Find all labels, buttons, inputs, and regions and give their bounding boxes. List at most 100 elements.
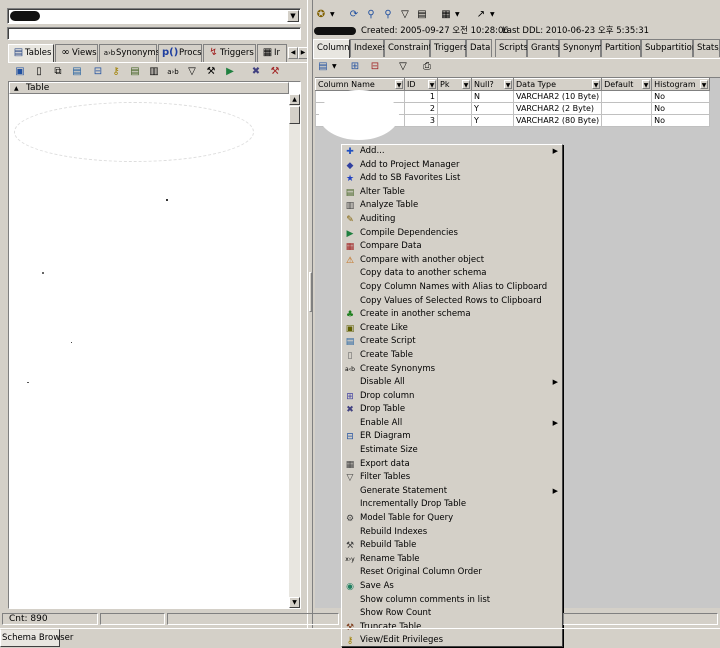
null-header[interactable]: Null? ▼ — [471, 78, 514, 91]
find-icon[interactable]: ⚲ — [363, 7, 379, 23]
scroll-down-icon[interactable]: ▼ — [289, 597, 300, 608]
context-menu-item[interactable]: Show column comments in list — [342, 594, 562, 608]
data-type-cell[interactable]: VARCHAR2 (80 Byte) — [512, 114, 603, 127]
sql-editor-icon[interactable]: ✪ — [313, 7, 329, 23]
context-menu-item[interactable]: Copy Column Names with Alias to Clipboar… — [342, 281, 562, 295]
context-menu-item[interactable]: Copy data to another schema — [342, 267, 562, 281]
chevron-down-icon[interactable]: ▼ — [428, 80, 436, 89]
histogram-cell[interactable]: No — [651, 114, 711, 127]
rebuild-table-icon[interactable]: ⚒ — [203, 64, 219, 80]
tab-synonyms[interactable]: Synonyms — [559, 39, 607, 57]
context-menu-item[interactable]: ⚠ Compare with another object — [342, 254, 562, 268]
chevron-down-icon[interactable]: ▼ — [642, 80, 651, 89]
default-cell[interactable] — [601, 102, 653, 115]
context-menu-item[interactable]: ▦ Export data — [342, 458, 562, 472]
synonym-icon[interactable]: a›b — [165, 64, 181, 80]
context-menu-item[interactable]: ▯ Create Table — [342, 349, 562, 363]
chevron-down-icon[interactable]: ▼ — [700, 80, 709, 89]
context-menu-item[interactable]: ⚙ Model Table for Query — [342, 512, 562, 526]
print-icon[interactable]: ⎙ — [419, 59, 435, 75]
null-cell[interactable]: Y — [471, 102, 514, 115]
data-type-header[interactable]: Data Type ▼ — [512, 78, 603, 91]
tab-procs[interactable]: p()Procs — [158, 44, 202, 62]
tab-grants[interactable]: Grants — [527, 39, 559, 57]
context-menu-item[interactable]: ⚒ Rebuild Table — [342, 539, 562, 553]
chevron-down-icon[interactable]: ▼ — [504, 80, 512, 89]
context-menu-item[interactable]: x›y Rename Table — [342, 553, 562, 567]
context-menu-item[interactable]: Incrementally Drop Table — [342, 498, 562, 512]
context-menu-item[interactable]: ✚ Add... ▶ — [342, 145, 562, 159]
column-name-header[interactable]: Column Name ▼ — [315, 78, 405, 91]
tab-schema-browser[interactable]: Schema Browser — [0, 629, 73, 647]
filter-icon[interactable]: ▽ — [395, 59, 411, 75]
context-menu-item[interactable]: Copy Values of Selected Rows to Clipboar… — [342, 295, 562, 309]
tab-indexes[interactable]: ▦ Ir — [257, 44, 287, 62]
context-menu-item[interactable]: ▤ Create Script — [342, 335, 562, 349]
add-column-icon[interactable]: ⊞ — [347, 59, 363, 75]
context-menu-item[interactable]: Show Row Count — [342, 607, 562, 621]
compile-icon[interactable]: ▶ — [222, 64, 238, 80]
tab-data[interactable]: Data — [466, 39, 492, 57]
context-menu-item[interactable]: ▶ Compile Dependencies — [342, 227, 562, 241]
filter-icon[interactable]: ▽ — [397, 7, 413, 23]
default-header[interactable]: Default ▼ — [601, 78, 653, 91]
filter-input[interactable] — [7, 27, 301, 40]
context-menu-item[interactable]: ⊞ Drop column — [342, 390, 562, 404]
new-table-icon[interactable]: ▯ — [31, 64, 47, 80]
context-menu-item[interactable]: ♣ Create in another schema — [342, 308, 562, 322]
context-menu-item[interactable]: a‹b Create Synonyms — [342, 363, 562, 377]
find-next-icon[interactable]: ⚲ — [380, 7, 396, 23]
context-menu-item[interactable]: Disable All ▶ — [342, 376, 562, 390]
data-type-cell[interactable]: VARCHAR2 (10 Byte) — [512, 90, 603, 103]
null-cell[interactable]: Y — [471, 114, 514, 127]
hammer-icon[interactable]: ⚒ — [267, 64, 283, 80]
tab-stats[interactable]: Stats/S — [693, 39, 720, 57]
histogram-cell[interactable]: No — [651, 102, 711, 115]
tab-views[interactable]: ∞ Views — [55, 44, 98, 62]
table-list-scrollbar[interactable]: ▲ ▼ — [289, 94, 300, 608]
column-options-icon[interactable]: ▤ — [315, 59, 331, 75]
context-menu-item[interactable]: Reset Original Column Order — [342, 566, 562, 580]
context-menu-item[interactable]: ◆ Add to Project Manager — [342, 159, 562, 173]
pk-header[interactable]: Pk ▼ — [437, 78, 472, 91]
key-icon[interactable]: ⚷ — [108, 64, 124, 80]
refresh-icon[interactable]: ⟳ — [346, 7, 362, 23]
pk-cell[interactable] — [437, 90, 472, 103]
drop-table-icon[interactable]: ✖ — [248, 64, 264, 80]
tab-indexes[interactable]: Indexes — [350, 39, 387, 57]
context-menu-item[interactable]: ▦ Compare Data — [342, 240, 562, 254]
chevron-down-icon[interactable]: ▼ — [592, 80, 601, 89]
alter-table-icon[interactable]: ▤ — [127, 64, 143, 80]
refresh-icon[interactable]: ▣ — [12, 64, 28, 80]
context-menu-item[interactable]: Estimate Size — [342, 444, 562, 458]
tab-subpartitions[interactable]: Subpartitions — [641, 39, 702, 57]
id-cell[interactable]: 3 — [404, 114, 438, 127]
chevron-down-icon[interactable]: ▼ — [332, 63, 337, 70]
filter-icon[interactable]: ▽ — [184, 64, 200, 80]
tab-partitions[interactable]: Partitions — [601, 39, 645, 57]
table-list-header[interactable]: ▲ Table — [9, 82, 289, 94]
chevron-down-icon[interactable]: ▼ — [287, 10, 299, 22]
table-list[interactable]: ▲ Table ▲ ▼ — [8, 81, 301, 609]
data-type-cell[interactable]: VARCHAR2 (2 Byte) — [512, 102, 603, 115]
tab-scroll-left-button[interactable]: ◀ — [288, 47, 298, 59]
context-menu-item[interactable]: Enable All ▶ — [342, 417, 562, 431]
arrow-menu-icon[interactable]: ↗ — [473, 7, 489, 23]
pk-cell[interactable] — [437, 114, 472, 127]
copy-table-icon[interactable]: ⧉ — [50, 64, 66, 80]
scroll-thumb[interactable] — [289, 106, 300, 124]
tab-scripts[interactable]: Scripts — [495, 39, 528, 57]
context-menu-item[interactable]: ★ Add to SB Favorites List — [342, 172, 562, 186]
script-icon[interactable]: ▤ — [69, 64, 85, 80]
context-menu-item[interactable]: ▥ Analyze Table — [342, 199, 562, 213]
id-cell[interactable]: 2 — [404, 102, 438, 115]
chevron-down-icon[interactable]: ▼ — [490, 11, 495, 18]
tab-synonyms[interactable]: a›bSynonyms — [99, 44, 160, 62]
id-cell[interactable]: 1 — [404, 90, 438, 103]
chevron-down-icon[interactable]: ▼ — [330, 11, 335, 18]
default-cell[interactable] — [601, 90, 653, 103]
context-menu-item[interactable]: ◉ Save As — [342, 580, 562, 594]
grid-options-icon[interactable]: ▦ — [438, 7, 454, 23]
tab-triggers[interactable]: Triggers — [430, 39, 468, 57]
pk-cell[interactable] — [437, 102, 472, 115]
